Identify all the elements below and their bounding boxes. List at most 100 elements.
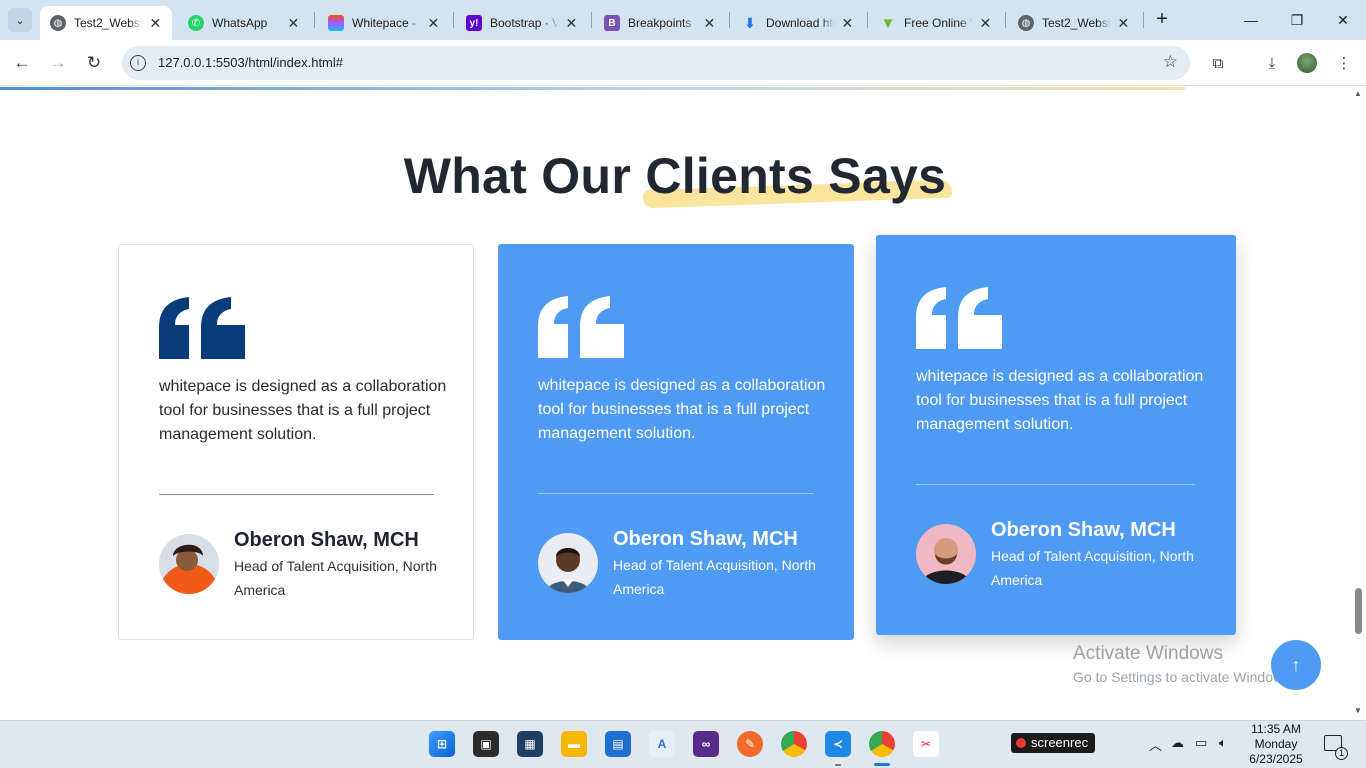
active-app-indicator [874, 763, 890, 766]
scroll-up-arrow-icon[interactable]: ▲ [1353, 89, 1363, 98]
scroll-to-top-button[interactable]: ↑ [1271, 640, 1321, 690]
bookmark-star-icon[interactable]: ☆ [1163, 52, 1178, 72]
snipping-tool-icon[interactable]: ✂ [913, 731, 939, 757]
page-viewport: What Our Clients Says whitepace is desig… [0, 87, 1350, 720]
section-title-part1: What Our [403, 148, 632, 204]
close-tab-icon[interactable]: ✕ [1117, 15, 1130, 32]
section-title: What Our Clients Says [0, 147, 1350, 205]
card-divider [538, 493, 813, 494]
back-arrow-icon[interactable]: ← [8, 50, 36, 76]
windows-start-icon[interactable]: ⊞ [429, 731, 455, 757]
tab-label: Bootstrap · V [490, 16, 559, 30]
reload-icon[interactable]: ↻ [80, 50, 108, 76]
tab-breakpoints[interactable]: B Breakpoints ✕ [594, 6, 726, 40]
close-tab-icon[interactable]: ✕ [703, 15, 716, 32]
tray-chevron-up-icon[interactable]: ︿ [1149, 735, 1162, 754]
app-a-icon[interactable]: A [649, 731, 675, 757]
tab-separator [1143, 12, 1144, 28]
tab-label: Whitepace - [352, 16, 417, 30]
chrome-profile-icon[interactable] [869, 731, 895, 757]
close-window-icon[interactable]: ✕ [1320, 6, 1366, 34]
close-tab-icon[interactable]: ✕ [287, 15, 300, 32]
header-gradient-edge [0, 87, 1185, 90]
tab-free-online[interactable]: ▼ Free Online V ✕ [870, 6, 1002, 40]
battery-icon[interactable]: ▭ [1195, 735, 1207, 751]
extensions-puzzle-icon[interactable]: ⧉ [1204, 50, 1232, 76]
close-tab-icon[interactable]: ✕ [979, 15, 992, 32]
tab-test2-website[interactable]: ◍ Test2_Website ✕ [40, 6, 172, 40]
whatsapp-icon: ✆ [188, 15, 204, 31]
person-name: Oberon Shaw, MCH [991, 519, 1176, 541]
tab-separator [591, 12, 592, 28]
notification-count-badge: 1 [1335, 747, 1348, 760]
person-role: Head of Talent Acquisition, North Americ… [613, 557, 816, 597]
microsoft-store-icon[interactable]: ▤ [605, 731, 631, 757]
volume-icon[interactable]: 🔈︎ [1219, 735, 1227, 751]
tab-separator [314, 12, 315, 28]
avatar [916, 524, 976, 584]
downloads-icon[interactable]: ⤓ [1258, 50, 1286, 76]
quote-mark-icon [916, 287, 1002, 349]
tab-whitepace-figma[interactable]: Whitepace - ✕ [318, 6, 450, 40]
testimonial-quote: whitepace is designed as a collaboration… [538, 377, 826, 442]
address-bar[interactable]: i 127.0.0.1:5503/html/index.html# ☆ [122, 46, 1190, 80]
tab-label: Free Online V [904, 16, 973, 30]
tab-whatsapp[interactable]: ✆ WhatsApp ✕ [178, 6, 310, 40]
page-scrollbar[interactable]: ▲ ▼ [1350, 87, 1366, 720]
tab-separator [453, 12, 454, 28]
postman-icon[interactable]: ✎ [737, 731, 763, 757]
forward-arrow-icon[interactable]: → [44, 50, 72, 76]
address-url[interactable]: 127.0.0.1:5503/html/index.html# [158, 55, 343, 70]
tab-label: WhatsApp [212, 16, 268, 30]
screenrec-badge[interactable]: screenrec [1011, 733, 1096, 753]
tab-test2-website-2[interactable]: ◍ Test2_Website ✕ [1008, 6, 1140, 40]
profile-avatar[interactable] [1297, 53, 1317, 73]
tab-separator [867, 12, 868, 28]
globe-icon: ◍ [50, 15, 66, 31]
new-tab-plus-icon[interactable]: + [1150, 8, 1174, 32]
bootstrap-icon: B [604, 15, 620, 31]
close-tab-icon[interactable]: ✕ [841, 15, 854, 32]
taskbar-clock[interactable]: 11:35 AM Monday 6/23/2025 [1244, 722, 1308, 767]
app-infinity-icon[interactable]: ∞ [693, 731, 719, 757]
quote-mark-icon [159, 297, 245, 359]
onedrive-cloud-icon[interactable]: ☁ [1171, 735, 1184, 751]
minimize-window-icon[interactable]: — [1228, 6, 1274, 34]
browser-toolbar: ← → ↻ i 127.0.0.1:5503/html/index.html# … [0, 40, 1366, 86]
scroll-down-arrow-icon[interactable]: ▼ [1353, 706, 1363, 715]
close-tab-icon[interactable]: ✕ [427, 15, 440, 32]
clock-date: 6/23/2025 [1249, 752, 1303, 766]
person-role: Head of Talent Acquisition, North Americ… [234, 558, 437, 598]
close-tab-icon[interactable]: ✕ [565, 15, 578, 32]
person-name: Oberon Shaw, MCH [613, 528, 798, 550]
widgets-icon[interactable]: ▦ [517, 731, 543, 757]
file-explorer-icon[interactable]: ▬ [561, 731, 587, 757]
testimonial-quote: whitepace is designed as a collaboration… [916, 368, 1204, 433]
testimonial-card-2: whitepace is designed as a collaboration… [498, 244, 854, 640]
restore-window-icon[interactable]: ❐ [1274, 6, 1320, 34]
vscode-icon[interactable]: ≺ [825, 731, 851, 757]
tab-download[interactable]: ⬇ Download htm ✕ [732, 6, 864, 40]
site-info-icon[interactable]: i [130, 55, 146, 71]
tab-search-chevron-icon[interactable]: ⌄ [8, 8, 32, 32]
figma-icon [328, 15, 344, 31]
tab-separator [1005, 12, 1006, 28]
avatar [538, 533, 598, 593]
close-tab-icon[interactable]: ✕ [149, 15, 162, 32]
clock-time: 11:35 AM [1251, 722, 1301, 736]
task-view-icon[interactable]: ▣ [473, 731, 499, 757]
tab-bootstrap-yahoo[interactable]: y! Bootstrap · V ✕ [456, 6, 588, 40]
watermark-line1: Activate Windows [1073, 643, 1223, 664]
scrollbar-thumb[interactable] [1355, 588, 1362, 634]
yahoo-icon: y! [466, 15, 482, 31]
section-title-highlight: Clients Says [645, 148, 947, 204]
tab-label: Breakpoints [628, 16, 692, 30]
globe-icon: ◍ [1018, 15, 1034, 31]
tab-separator [729, 12, 730, 28]
menu-dots-icon[interactable]: ⋮ [1330, 50, 1358, 76]
card-divider [916, 484, 1195, 485]
testimonial-card-1: whitepace is designed as a collaboration… [118, 244, 474, 640]
arrow-down-icon: ▼ [880, 14, 896, 32]
vscode-running-indicator [835, 764, 841, 766]
chrome-icon[interactable] [781, 731, 807, 757]
